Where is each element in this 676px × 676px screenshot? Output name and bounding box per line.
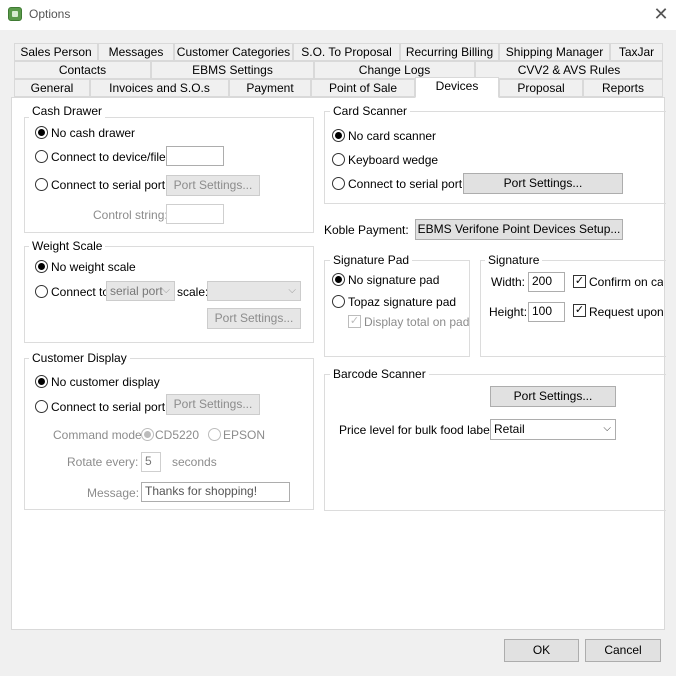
message-label: Message: xyxy=(87,486,140,500)
price-level-label: Price level for bulk food label: xyxy=(339,423,496,437)
tab-invoices-sos[interactable]: Invoices and S.O.s xyxy=(90,79,229,97)
cash-drawer-port-settings-button[interactable]: Port Settings... xyxy=(166,175,260,196)
tab-point-of-sale[interactable]: Point of Sale xyxy=(311,79,415,97)
price-level-select[interactable]: Retail ⌵ xyxy=(490,419,616,440)
tab-general[interactable]: General xyxy=(14,79,90,97)
signature-width-input[interactable]: 200 xyxy=(528,272,565,292)
command-mode-label: Command mode: xyxy=(53,428,146,442)
barcode-port-settings-button[interactable]: Port Settings... xyxy=(490,386,616,407)
no-card-scanner-label: No card scanner xyxy=(348,129,437,143)
customer-display-serial-radio[interactable] xyxy=(35,400,48,413)
cash-drawer-serial-label: Connect to serial port: xyxy=(51,178,169,192)
no-signature-pad-radio[interactable] xyxy=(332,273,345,286)
no-card-scanner-radio[interactable] xyxy=(332,129,345,142)
tab-devices[interactable]: Devices xyxy=(415,77,499,98)
weight-scale-title: Weight Scale xyxy=(29,239,106,253)
tab-contacts[interactable]: Contacts xyxy=(14,61,151,79)
app-icon xyxy=(8,7,22,21)
title-bar: Options ✕ xyxy=(0,0,676,30)
tab-customer-categories[interactable]: Customer Categories xyxy=(174,43,293,61)
tab-payment[interactable]: Payment xyxy=(229,79,311,97)
tab-recurring-billing[interactable]: Recurring Billing xyxy=(400,43,499,61)
topaz-signature-pad-radio[interactable] xyxy=(332,295,345,308)
cash-drawer-serial-radio[interactable] xyxy=(35,178,48,191)
tab-ebms-settings[interactable]: EBMS Settings xyxy=(151,61,314,79)
signature-height-input[interactable]: 100 xyxy=(528,302,565,322)
no-cash-drawer-label: No cash drawer xyxy=(51,126,136,140)
card-scanner-port-settings-button[interactable]: Port Settings... xyxy=(463,173,623,194)
scale-label: scale: xyxy=(177,285,209,299)
chevron-down-icon: ⌵ xyxy=(288,285,296,296)
koble-payment-label: Koble Payment: xyxy=(324,223,409,237)
control-string-label: Control string: xyxy=(93,208,168,222)
no-customer-display-radio[interactable] xyxy=(35,375,48,388)
tab-reports[interactable]: Reports xyxy=(583,79,663,97)
weight-scale-connect-label: Connect to xyxy=(51,285,110,299)
close-icon[interactable]: ✕ xyxy=(652,4,670,24)
topaz-signature-pad-label: Topaz signature pad xyxy=(348,295,457,309)
no-weight-scale-radio[interactable] xyxy=(35,260,48,273)
weight-scale-port-value: serial port xyxy=(110,284,163,298)
weight-scale-port-settings-button[interactable]: Port Settings... xyxy=(207,308,301,329)
epson-radio[interactable] xyxy=(208,428,221,441)
cd5220-radio[interactable] xyxy=(141,428,154,441)
signature-height-label: Height: xyxy=(489,305,528,319)
no-cash-drawer-radio[interactable] xyxy=(35,126,48,139)
tab-taxjar[interactable]: TaxJar xyxy=(610,43,663,61)
message-input[interactable]: Thanks for shopping! xyxy=(141,482,290,502)
no-signature-pad-label: No signature pad xyxy=(348,273,440,287)
scale-select[interactable]: ⌵ xyxy=(207,281,301,301)
tab-messages[interactable]: Messages xyxy=(98,43,174,61)
signature-title: Signature xyxy=(485,253,543,267)
request-upon-checkbox[interactable]: ✓ xyxy=(573,304,586,317)
rotate-every-input[interactable]: 5 xyxy=(141,452,161,472)
cancel-button[interactable]: Cancel xyxy=(585,639,661,662)
display-total-checkbox[interactable]: ✓ xyxy=(348,315,361,328)
tab-so-to-proposal[interactable]: S.O. To Proposal xyxy=(293,43,400,61)
rotate-every-label: Rotate every: xyxy=(67,455,139,469)
no-customer-display-label: No customer display xyxy=(51,375,160,389)
customer-display-port-settings-button[interactable]: Port Settings... xyxy=(166,394,260,415)
tab-shipping-manager[interactable]: Shipping Manager xyxy=(499,43,610,61)
no-weight-scale-label: No weight scale xyxy=(51,260,136,274)
price-level-value: Retail xyxy=(494,422,525,436)
window-title: Options xyxy=(29,7,71,21)
cash-drawer-title: Cash Drawer xyxy=(29,104,106,118)
confirm-on-capture-checkbox[interactable]: ✓ xyxy=(573,275,586,288)
control-string-input[interactable] xyxy=(166,204,224,224)
display-total-label: Display total on pad xyxy=(364,315,470,329)
epson-label: EPSON xyxy=(223,428,266,442)
seconds-label: seconds xyxy=(172,455,217,469)
cash-drawer-device-input[interactable] xyxy=(166,146,224,166)
card-scanner-title: Card Scanner xyxy=(330,104,411,118)
customer-display-title: Customer Display xyxy=(29,351,130,365)
signature-width-label: Width: xyxy=(491,275,526,289)
chevron-down-icon: ⌵ xyxy=(162,285,170,296)
tab-sales-person[interactable]: Sales Person xyxy=(14,43,98,61)
ok-button[interactable]: OK xyxy=(504,639,579,662)
verifone-setup-button[interactable]: EBMS Verifone Point Devices Setup... xyxy=(415,219,623,240)
card-scanner-serial-label: Connect to serial port: xyxy=(348,177,466,191)
signature-pad-title: Signature Pad xyxy=(330,253,413,267)
request-upon-label: Request upon In xyxy=(589,305,663,319)
customer-display-serial-label: Connect to serial port: xyxy=(51,400,169,414)
keyboard-wedge-label: Keyboard wedge xyxy=(348,153,439,167)
cd5220-label: CD5220 xyxy=(155,428,200,442)
weight-scale-port-select[interactable]: serial port ⌵ xyxy=(106,281,175,301)
confirm-on-capture-label: Confirm on capt xyxy=(589,275,663,289)
tab-cvv2-avs-rules[interactable]: CVV2 & AVS Rules xyxy=(475,61,663,79)
chevron-down-icon: ⌵ xyxy=(603,423,611,434)
tab-proposal[interactable]: Proposal xyxy=(499,79,583,97)
weight-scale-connect-radio[interactable] xyxy=(35,285,48,298)
barcode-scanner-title: Barcode Scanner xyxy=(330,367,429,381)
cash-drawer-device-label: Connect to device/file: xyxy=(51,150,170,164)
keyboard-wedge-radio[interactable] xyxy=(332,153,345,166)
cash-drawer-device-radio[interactable] xyxy=(35,150,48,163)
card-scanner-serial-radio[interactable] xyxy=(332,177,345,190)
